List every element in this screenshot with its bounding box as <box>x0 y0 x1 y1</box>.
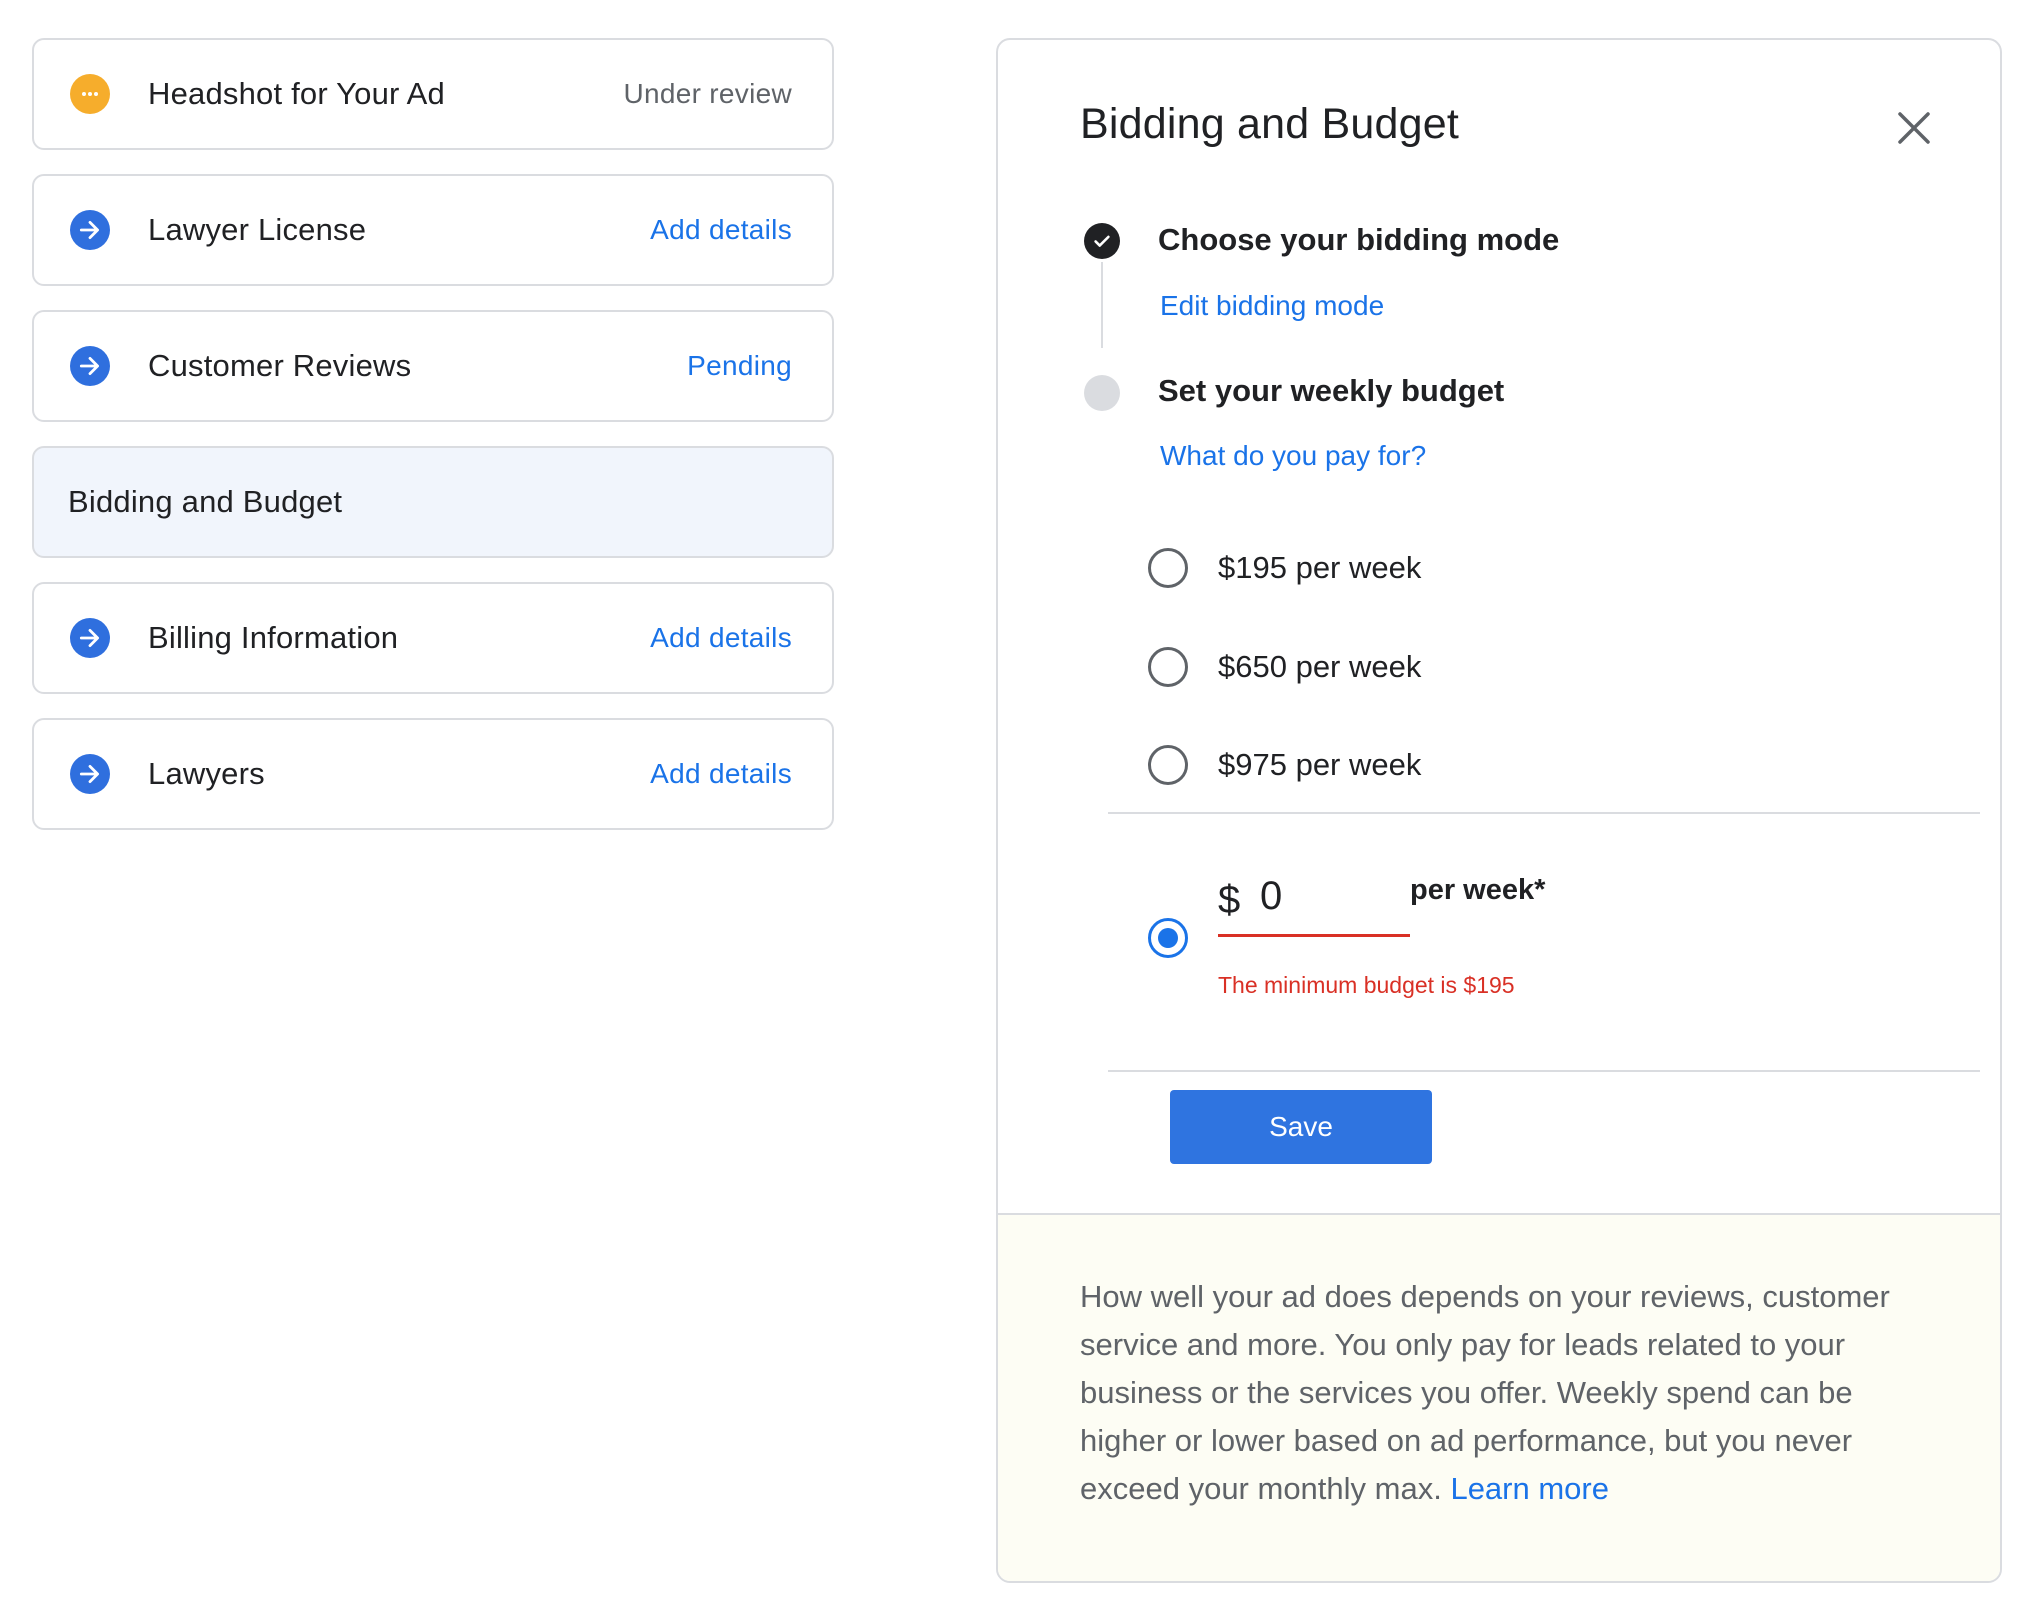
weekly-budget-heading: Set your weekly budget <box>1158 373 1505 408</box>
save-button[interactable]: Save <box>1170 1090 1432 1164</box>
radio-button[interactable] <box>1148 745 1188 785</box>
step-lawyers[interactable]: Lawyers Add details <box>32 718 834 830</box>
add-details-link[interactable]: Add details <box>650 622 792 654</box>
step-customer-reviews[interactable]: Customer Reviews Pending <box>32 310 834 422</box>
radio-button[interactable] <box>1148 647 1188 687</box>
info-box: How well your ad does depends on your re… <box>998 1213 2000 1581</box>
pending-link[interactable]: Pending <box>687 350 792 382</box>
step-title: Lawyers <box>148 756 265 791</box>
learn-more-link[interactable]: Learn more <box>1450 1471 1609 1506</box>
custom-budget-input[interactable] <box>1260 866 1400 926</box>
bidding-mode-heading: Choose your bidding mode <box>1158 222 1560 257</box>
step-status: Under review <box>623 78 792 109</box>
step-bidding-budget[interactable]: Bidding and Budget <box>32 446 834 558</box>
add-details-link[interactable]: Add details <box>650 758 792 790</box>
bidding-budget-panel: Bidding and Budget Choose your bidding m… <box>996 38 2002 1583</box>
divider <box>1108 812 1980 814</box>
step-indicator-icon <box>1084 375 1120 411</box>
edit-bidding-mode-link[interactable]: Edit bidding mode <box>1160 290 1384 322</box>
panel-title: Bidding and Budget <box>1080 100 1459 148</box>
step-lawyer-license[interactable]: Lawyer License Add details <box>32 174 834 286</box>
info-text: How well your ad does depends on your re… <box>1080 1273 1930 1513</box>
step-title: Billing Information <box>148 620 399 655</box>
add-details-link[interactable]: Add details <box>650 214 792 246</box>
arrow-right-icon <box>70 754 110 794</box>
stepper-connector <box>1101 262 1103 348</box>
budget-option-195[interactable]: $195 per week <box>1148 546 1421 590</box>
close-icon[interactable] <box>1894 108 1934 148</box>
step-title: Bidding and Budget <box>68 484 343 519</box>
arrow-right-icon <box>70 618 110 658</box>
setup-steps-list: Headshot for Your Ad Under review Lawyer… <box>32 38 834 854</box>
pending-icon <box>70 74 110 114</box>
page: Headshot for Your Ad Under review Lawyer… <box>0 0 2034 1616</box>
step-billing-information[interactable]: Billing Information Add details <box>32 582 834 694</box>
input-error-underline <box>1218 934 1410 937</box>
currency-symbol: $ <box>1218 878 1241 922</box>
option-label: $975 per week <box>1218 747 1422 782</box>
custom-budget-radio[interactable] <box>1148 918 1188 958</box>
minimum-budget-error: The minimum budget is $195 <box>1218 972 1515 998</box>
radio-button[interactable] <box>1148 548 1188 588</box>
budget-option-650[interactable]: $650 per week <box>1148 645 1421 689</box>
option-label: $195 per week <box>1218 550 1422 585</box>
option-label: $650 per week <box>1218 649 1422 684</box>
step-title: Headshot for Your Ad <box>148 76 446 111</box>
divider <box>1108 1070 1980 1072</box>
per-week-label: per week* <box>1410 874 1546 906</box>
step-title: Customer Reviews <box>148 348 412 383</box>
arrow-right-icon <box>70 210 110 250</box>
check-icon <box>1084 223 1120 259</box>
step-headshot[interactable]: Headshot for Your Ad Under review <box>32 38 834 150</box>
budget-option-975[interactable]: $975 per week <box>1148 743 1421 787</box>
arrow-right-icon <box>70 346 110 386</box>
step-title: Lawyer License <box>148 212 367 247</box>
what-do-you-pay-for-link[interactable]: What do you pay for? <box>1160 440 1426 472</box>
